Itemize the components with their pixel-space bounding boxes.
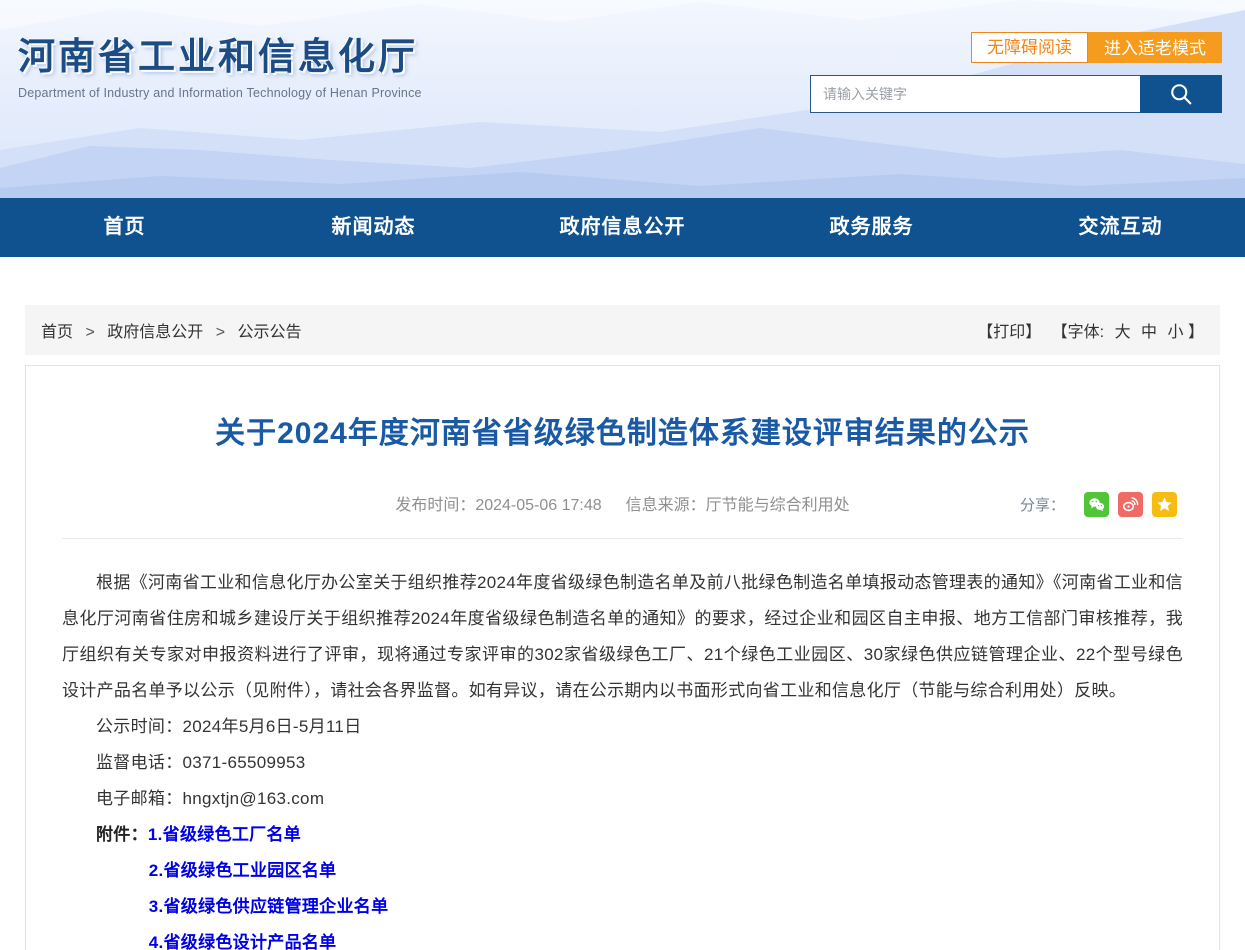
- attachment-line-1: 附件：1.省级绿色工厂名单: [62, 817, 1183, 853]
- page-title: 关于2024年度河南省省级绿色制造体系建设评审结果的公示: [62, 408, 1183, 452]
- email-value: hngxtjn@163.com: [183, 789, 325, 808]
- search-input[interactable]: [810, 75, 1140, 113]
- breadcrumb-home-link[interactable]: 首页: [41, 324, 73, 341]
- weibo-share-icon[interactable]: [1118, 492, 1143, 517]
- breadcrumb-separator: >: [85, 324, 94, 341]
- attachment-label: 附件：: [96, 825, 148, 844]
- font-size-large-button[interactable]: 大: [1115, 324, 1131, 341]
- title-divider: [62, 538, 1183, 539]
- article-card: 关于2024年度河南省省级绿色制造体系建设评审结果的公示 发布时间：2024-0…: [25, 365, 1220, 950]
- article-meta: 发布时间：2024-05-06 17:48 信息来源：厅节能与综合利用处 分享：: [62, 492, 1183, 520]
- notice-period-label: 公示时间：: [96, 717, 183, 736]
- site-logo: 河南省工业和信息化厅 Department of Industry and In…: [18, 26, 422, 100]
- site-search: [810, 75, 1222, 113]
- nav-item-home[interactable]: 首页: [0, 198, 249, 257]
- attachment-link-green-design[interactable]: 4.省级绿色设计产品名单: [149, 933, 337, 950]
- page-tools: 【打印】 【字体: 大 中 小 】: [977, 318, 1204, 342]
- nav-item-news[interactable]: 新闻动态: [249, 198, 498, 257]
- attachment-link-green-factories[interactable]: 1.省级绿色工厂名单: [148, 825, 301, 844]
- nav-item-services[interactable]: 政务服务: [747, 198, 996, 257]
- font-size-medium-button[interactable]: 中: [1141, 324, 1157, 341]
- breadcrumb-notices-link[interactable]: 公示公告: [238, 324, 302, 341]
- publish-time-label: 发布时间：: [395, 497, 475, 514]
- search-button[interactable]: [1140, 75, 1222, 113]
- site-subtitle: Department of Industry and Information T…: [18, 86, 422, 100]
- attachment-link-green-parks[interactable]: 2.省级绿色工业园区名单: [149, 861, 337, 880]
- attachment-line-2: 2.省级绿色工业园区名单: [62, 853, 1183, 889]
- publish-time: 2024-05-06 17:48: [475, 497, 601, 514]
- accessibility-reading-button[interactable]: 无障碍阅读: [971, 32, 1088, 63]
- search-icon: [1167, 80, 1195, 108]
- elder-mode-button[interactable]: 进入适老模式: [1088, 32, 1222, 63]
- email-line: 电子邮箱：hngxtjn@163.com: [62, 781, 1183, 817]
- phone-label: 监督电话：: [96, 753, 183, 772]
- qzone-share-icon[interactable]: [1152, 492, 1177, 517]
- wechat-share-icon[interactable]: [1084, 492, 1109, 517]
- font-size-label-close: 】: [1188, 324, 1204, 341]
- share-toolbar: 分享：: [1020, 492, 1177, 517]
- phone-value: 0371-65509953: [183, 753, 306, 772]
- breadcrumb-separator: >: [216, 324, 225, 341]
- article-body: 根据《河南省工业和信息化厅办公室关于组织推荐2024年度省级绿色制造名单及前八批…: [62, 565, 1183, 950]
- attachment-link-supply-chain[interactable]: 3.省级绿色供应链管理企业名单: [149, 897, 389, 916]
- source-label: 信息来源：: [626, 497, 706, 514]
- share-label: 分享：: [1020, 494, 1065, 515]
- attachment-line-3: 3.省级绿色供应链管理企业名单: [62, 889, 1183, 925]
- font-size-label: 【字体:: [1052, 324, 1104, 341]
- email-label: 电子邮箱：: [96, 789, 183, 808]
- notice-period-value: 2024年5月6日-5月11日: [183, 717, 362, 736]
- supervision-phone-line: 监督电话：0371-65509953: [62, 745, 1183, 781]
- nav-item-interaction[interactable]: 交流互动: [996, 198, 1245, 257]
- breadcrumb-gov-info-link[interactable]: 政府信息公开: [107, 324, 203, 341]
- notice-paragraph: 根据《河南省工业和信息化厅办公室关于组织推荐2024年度省级绿色制造名单及前八批…: [62, 565, 1183, 709]
- site-header: 河南省工业和信息化厅 Department of Industry and In…: [0, 0, 1245, 198]
- font-size-small-button[interactable]: 小: [1168, 324, 1184, 341]
- nav-item-gov-info[interactable]: 政府信息公开: [498, 198, 747, 257]
- attachment-line-4: 4.省级绿色设计产品名单: [62, 925, 1183, 950]
- main-navigation: 首页 新闻动态 政府信息公开 政务服务 交流互动: [0, 198, 1245, 257]
- source-value: 厅节能与综合利用处: [706, 497, 850, 514]
- print-button[interactable]: 【打印】: [977, 324, 1041, 341]
- notice-period-line: 公示时间：2024年5月6日-5月11日: [62, 709, 1183, 745]
- breadcrumb-bar: 首页 > 政府信息公开 > 公示公告 【打印】 【字体: 大 中 小 】: [25, 305, 1220, 355]
- breadcrumb: 首页 > 政府信息公开 > 公示公告: [41, 318, 302, 342]
- site-title: 河南省工业和信息化厅: [18, 26, 422, 80]
